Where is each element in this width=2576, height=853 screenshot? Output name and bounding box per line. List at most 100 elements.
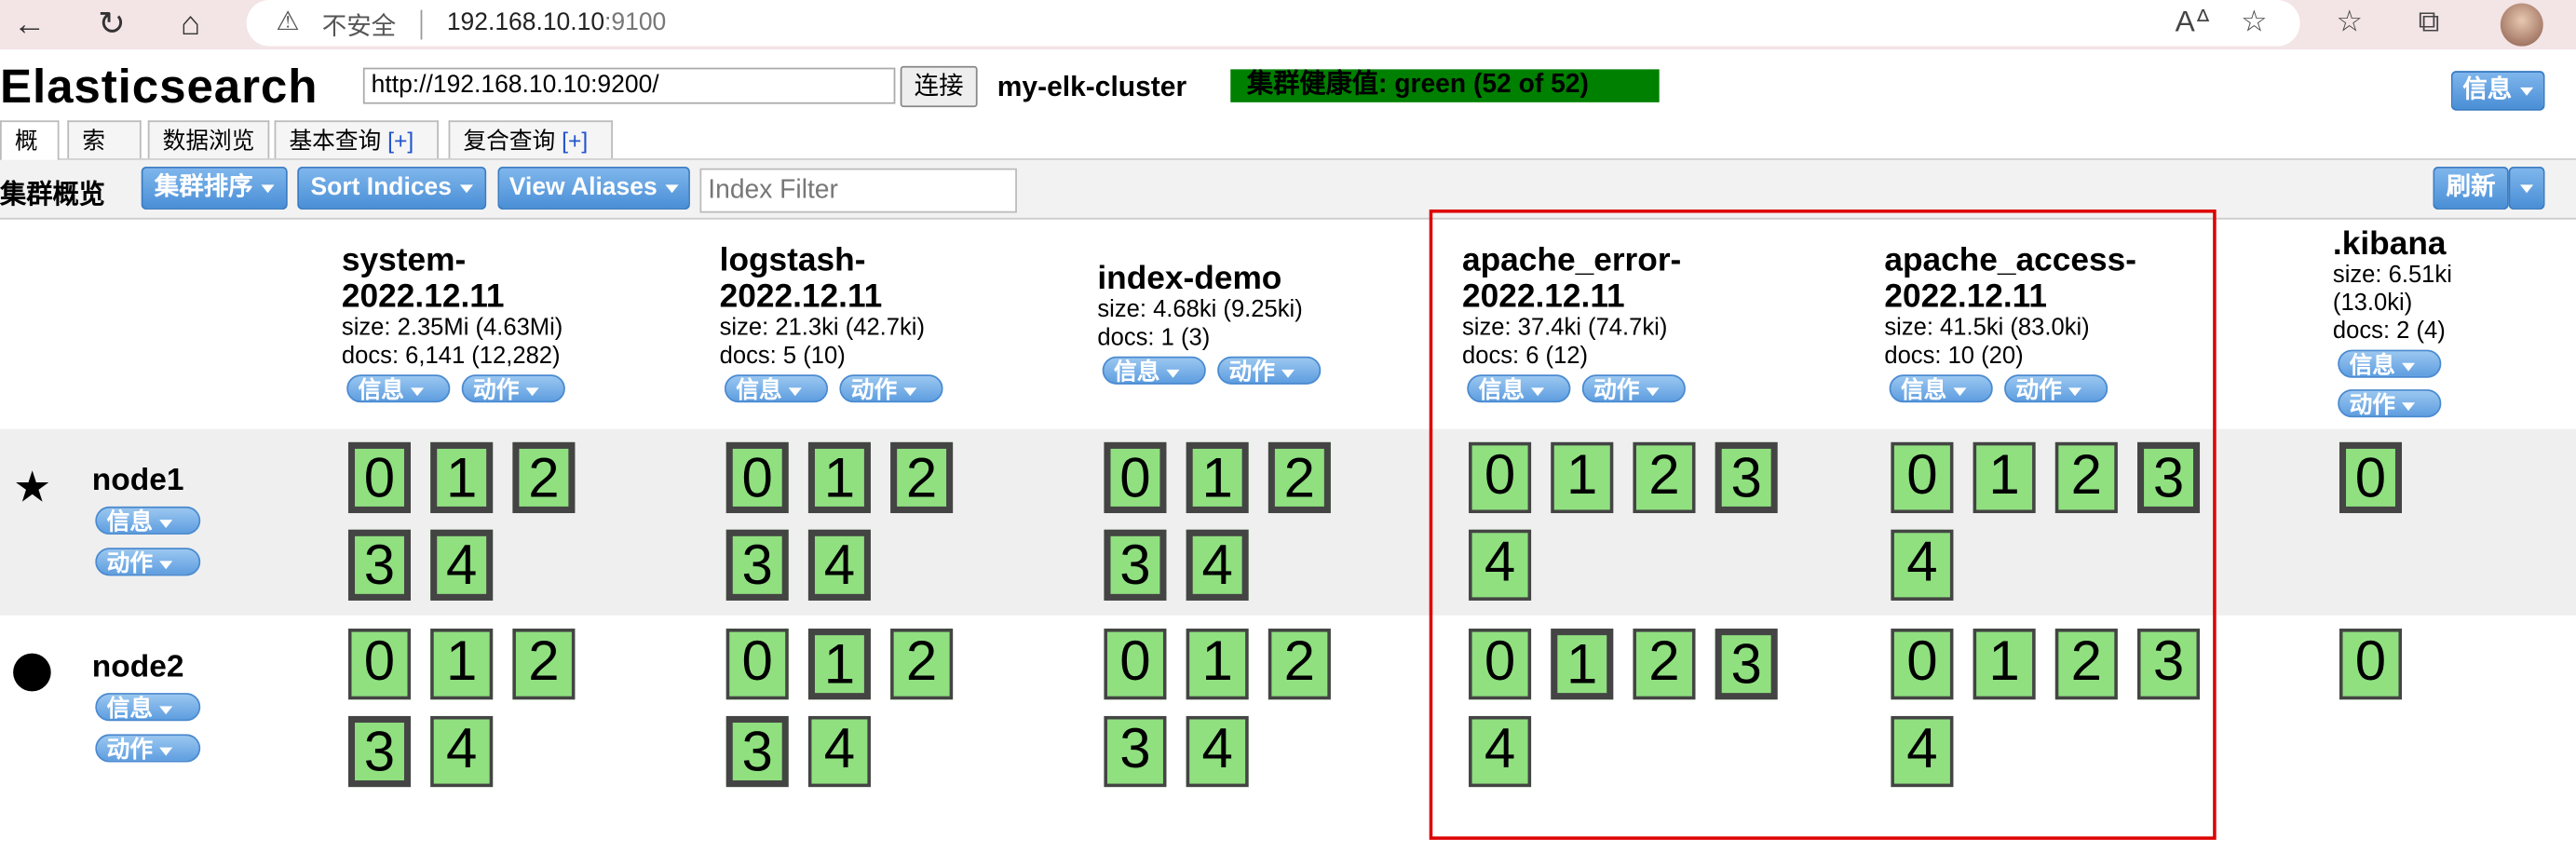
shard-box[interactable]: 2: [1268, 629, 1331, 700]
caret-down-icon: [1166, 369, 1180, 378]
shard-box[interactable]: 2: [512, 441, 576, 514]
tab-browser[interactable]: 数据浏览: [147, 120, 270, 159]
shard-box[interactable]: 2: [512, 629, 576, 700]
shard-box[interactable]: 3: [347, 529, 412, 601]
shard-box[interactable]: 3: [347, 715, 412, 788]
tab-compound-query[interactable]: 复合查询 [+]: [448, 120, 613, 159]
pill-label: 信息: [1114, 358, 1160, 385]
index-name: .kibana: [2332, 225, 2447, 263]
tab-label: 复合查询: [463, 127, 556, 154]
index-info-button[interactable]: 信息: [1102, 356, 1206, 385]
cluster-name: my-elk-cluster: [997, 71, 1187, 102]
collections-icon[interactable]: ⧉: [2419, 5, 2440, 39]
shard-box[interactable]: 0: [2339, 441, 2403, 514]
index-docs: docs: 1 (3): [1097, 325, 1211, 352]
caret-down-icon: [525, 387, 539, 396]
shard-box[interactable]: 4: [430, 715, 494, 788]
node-info-button[interactable]: 信息: [95, 506, 201, 535]
shard-box[interactable]: 2: [1268, 441, 1331, 514]
profile-avatar[interactable]: [2500, 3, 2543, 47]
shard-box[interactable]: 1: [807, 441, 871, 514]
node-action-button[interactable]: 动作: [95, 548, 201, 576]
shard-box[interactable]: 2: [890, 629, 954, 700]
shard-box[interactable]: 1: [807, 629, 871, 700]
cluster-sort-button[interactable]: 集群排序: [141, 166, 288, 210]
pill-label: 信息: [106, 694, 154, 722]
caret-down-icon: [261, 183, 275, 193]
home-icon[interactable]: ⌂: [170, 5, 210, 45]
shard-box[interactable]: 3: [1104, 715, 1167, 788]
back-icon[interactable]: ←: [10, 5, 49, 45]
pill-label: 动作: [850, 375, 898, 403]
app-title: Elasticsearch: [0, 61, 319, 115]
index-filter-input[interactable]: Index Filter: [699, 168, 1017, 213]
reload-icon[interactable]: ↻: [92, 5, 131, 45]
node-info-button[interactable]: 信息: [95, 693, 201, 722]
view-aliases-button[interactable]: View Aliases: [497, 166, 690, 210]
connect-button[interactable]: 连接: [900, 65, 978, 108]
connection-url-input[interactable]: http://192.168.10.10:9200/: [362, 67, 896, 104]
shard-box[interactable]: 4: [430, 529, 494, 601]
caret-down-icon: [159, 519, 173, 528]
shard-box[interactable]: 1: [1186, 629, 1249, 700]
add-favorite-icon[interactable]: ☆: [2241, 5, 2267, 39]
index-info-button[interactable]: 信息: [346, 374, 451, 403]
tab-indices[interactable]: 索引: [67, 120, 142, 192]
shard-box[interactable]: 3: [725, 715, 789, 788]
tab-plus: [+]: [387, 127, 414, 154]
shard-box[interactable]: 0: [725, 441, 789, 514]
pill-label: 动作: [473, 375, 520, 403]
shard-box[interactable]: 3: [725, 529, 789, 601]
pill-label: 动作: [106, 548, 154, 576]
index-action-button[interactable]: 动作: [2338, 389, 2442, 418]
cluster-sort-label: 集群排序: [154, 173, 253, 202]
address-url[interactable]: 192.168.10.10:9100: [447, 8, 666, 36]
shard-box[interactable]: 4: [1186, 529, 1249, 601]
read-aloud-icon[interactable]: A͏ᐞ: [2176, 5, 2211, 39]
shard-box[interactable]: 0: [2339, 629, 2403, 700]
index-info-button[interactable]: 信息: [724, 374, 829, 403]
index-docs: docs: 6,141 (12,282): [341, 343, 561, 370]
shard-box[interactable]: 0: [347, 629, 412, 700]
index-action-button[interactable]: 动作: [461, 374, 565, 403]
index-size: size: 4.68ki (9.25ki): [1097, 296, 1303, 324]
shard-box[interactable]: 1: [430, 441, 494, 514]
warning-icon[interactable]: ⚠: [276, 5, 299, 37]
index-action-button[interactable]: 动作: [1217, 356, 1322, 385]
node-name: node1: [91, 463, 184, 499]
index-action-button[interactable]: 动作: [839, 374, 943, 403]
refresh-interval-dropdown[interactable]: [2508, 166, 2545, 210]
shard-box[interactable]: 0: [347, 441, 412, 514]
sort-indices-button[interactable]: Sort Indices: [297, 166, 487, 210]
index-name: index-demo: [1097, 260, 1282, 297]
shard-box[interactable]: 4: [807, 715, 871, 788]
refresh-button[interactable]: 刷新: [2433, 166, 2509, 210]
shard-box[interactable]: 4: [807, 529, 871, 601]
node-action-button[interactable]: 动作: [95, 734, 201, 763]
shard-box[interactable]: 1: [1186, 441, 1249, 514]
index-info-button[interactable]: 信息: [2338, 349, 2442, 378]
pill-label: 信息: [2349, 351, 2395, 378]
star-icon: ★: [13, 462, 52, 512]
shard-box[interactable]: 2: [890, 441, 954, 514]
tab-overview[interactable]: 概览: [0, 120, 60, 192]
index-docs: docs: 5 (10): [719, 343, 846, 370]
shard-box[interactable]: 1: [430, 629, 494, 700]
shard-box[interactable]: 0: [1104, 441, 1167, 514]
tab-basic-query[interactable]: 基本查询 [+]: [274, 120, 439, 159]
caret-down-icon: [788, 387, 802, 396]
shard-box[interactable]: 3: [1104, 529, 1167, 601]
index-name: system-: [341, 242, 467, 279]
index-name-date: 2022.12.11: [341, 278, 505, 316]
shard-box[interactable]: 0: [725, 629, 789, 700]
security-label[interactable]: 不安全: [322, 8, 396, 43]
index-size: size: 2.35Mi (4.63Mi): [341, 315, 563, 342]
caret-down-icon: [459, 183, 473, 193]
favorites-icon[interactable]: ☆: [2336, 5, 2362, 39]
info-menu-button[interactable]: 信息: [2450, 71, 2545, 111]
shard-box[interactable]: 4: [1186, 715, 1249, 788]
caret-down-icon: [1281, 369, 1295, 378]
view-aliases-label: View Aliases: [508, 173, 658, 202]
caret-down-icon: [2520, 183, 2534, 193]
shard-box[interactable]: 0: [1104, 629, 1167, 700]
